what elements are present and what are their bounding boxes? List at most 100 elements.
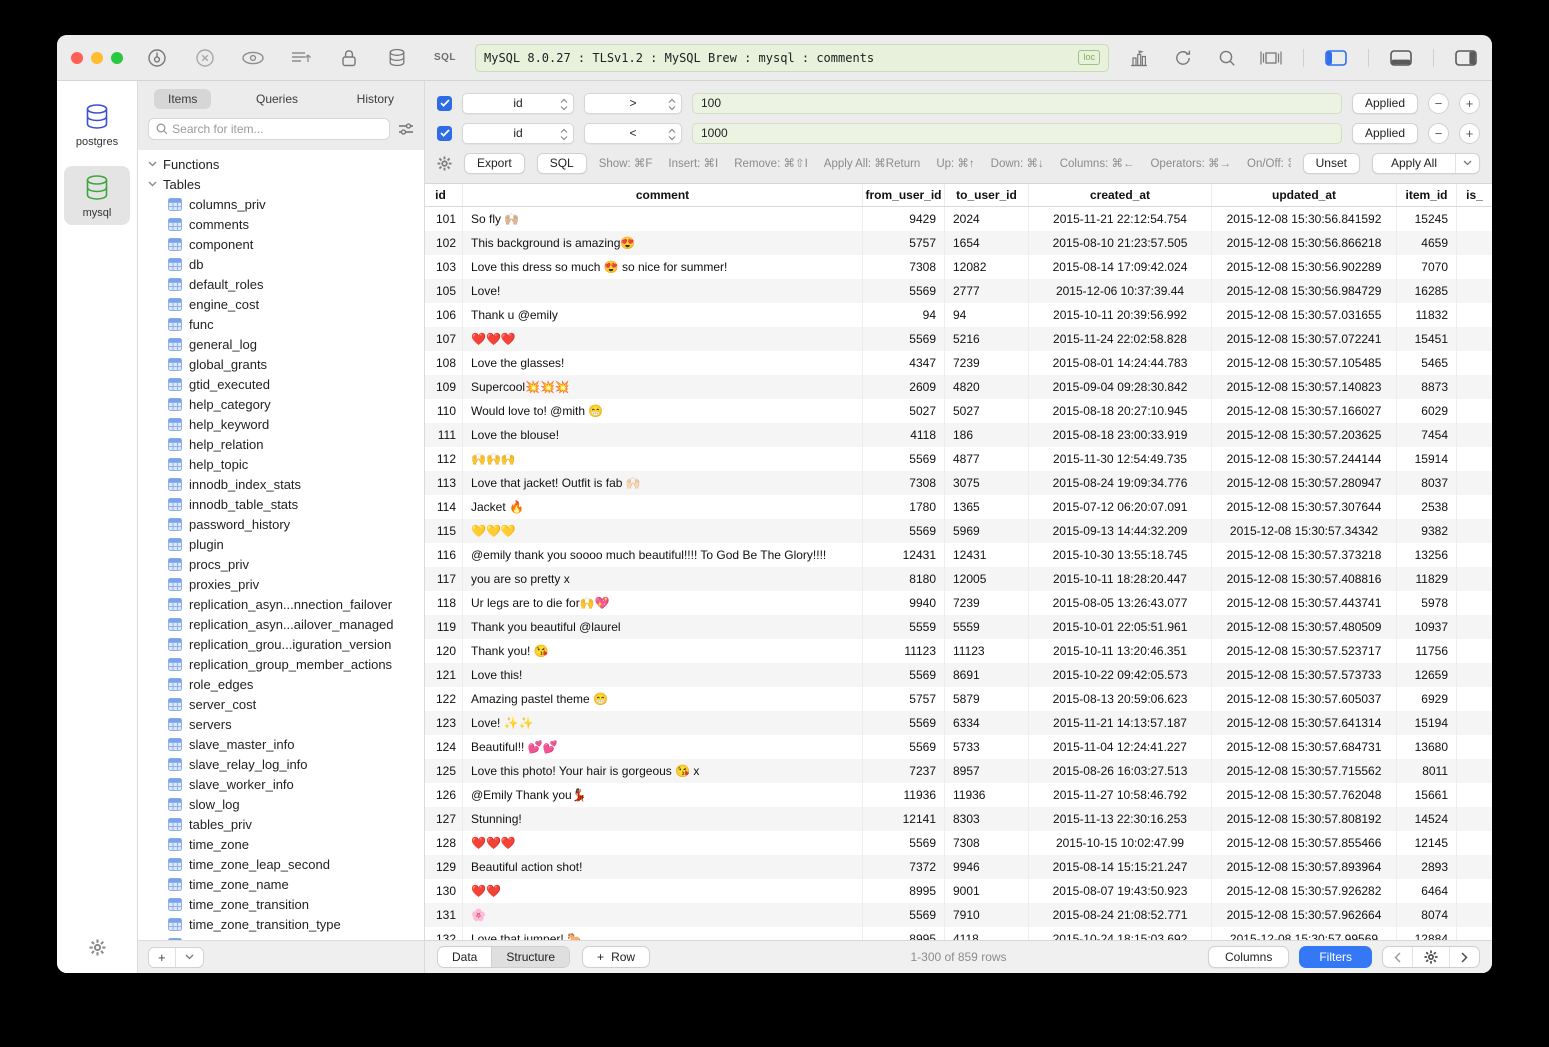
sidebar-table-item[interactable]: servers xyxy=(138,714,424,734)
sidebar-table-item[interactable]: slow_log xyxy=(138,794,424,814)
toggle-left-panel-icon[interactable] xyxy=(1324,46,1348,70)
filter-enabled-checkbox[interactable] xyxy=(437,126,452,141)
group-tables[interactable]: Tables xyxy=(138,174,424,194)
filter-column-select[interactable]: id xyxy=(462,123,574,144)
filter-column-select[interactable]: id xyxy=(462,93,574,114)
search-input[interactable] xyxy=(172,122,382,136)
table-row[interactable]: 128❤️❤️❤️556973082015-10-15 10:02:47.992… xyxy=(425,831,1492,855)
sidebar-table-item[interactable]: time_zone xyxy=(138,834,424,854)
table-row[interactable]: 116@emily thank you soooo much beautiful… xyxy=(425,543,1492,567)
sidebar-table-item[interactable]: tables_priv xyxy=(138,814,424,834)
sidebar-table-item[interactable]: comments xyxy=(138,214,424,234)
sidebar-table-item[interactable]: help_relation xyxy=(138,434,424,454)
column-header-to_user_id[interactable]: to_user_id xyxy=(945,184,1029,206)
connection-mysql[interactable]: mysql xyxy=(64,166,130,225)
table-row[interactable]: 106Thank u @emily94942015-10-11 20:39:56… xyxy=(425,303,1492,327)
zoom-window-button[interactable] xyxy=(111,52,123,64)
sql-button[interactable]: SQL xyxy=(537,153,587,174)
lock-icon[interactable] xyxy=(337,46,361,70)
page-settings-gear-icon[interactable] xyxy=(1412,947,1449,967)
sidebar-table-item[interactable]: proxies_priv xyxy=(138,574,424,594)
tab-items[interactable]: Items xyxy=(154,89,211,109)
table-row[interactable]: 111Love the blouse!41181862015-08-18 23:… xyxy=(425,423,1492,447)
table-row[interactable]: 115💛💛💛556959692015-09-13 14:44:32.209201… xyxy=(425,519,1492,543)
sidebar-table-item[interactable]: global_grants xyxy=(138,354,424,374)
sidebar-table-item[interactable]: replication_group_member_actions xyxy=(138,654,424,674)
tab-queries[interactable]: Queries xyxy=(242,89,312,109)
table-row[interactable]: 101So fly 🙌🏼942920242015-11-21 22:12:54.… xyxy=(425,207,1492,231)
add-filter-button[interactable]: + xyxy=(1459,123,1480,144)
table-row[interactable]: 124Beautiful!! 💕💕556957332015-11-04 12:2… xyxy=(425,735,1492,759)
table-row[interactable]: 102This background is amazing😍5757165420… xyxy=(425,231,1492,255)
filter-operator-select[interactable]: > xyxy=(584,93,682,114)
sidebar-table-item[interactable]: replication_asyn...nnection_failover xyxy=(138,594,424,614)
table-row[interactable]: 118Ur legs are to die for🙌💖994072392015-… xyxy=(425,591,1492,615)
sidebar-table-item[interactable]: password_history xyxy=(138,514,424,534)
table-row[interactable]: 125Love this photo! Your hair is gorgeou… xyxy=(425,759,1492,783)
previous-page-icon[interactable] xyxy=(1383,947,1412,967)
tab-history[interactable]: History xyxy=(343,89,408,109)
item-search-box[interactable] xyxy=(148,118,390,140)
plus-icon[interactable]: + xyxy=(149,948,175,967)
focus-mode-icon[interactable] xyxy=(1259,46,1283,70)
toggle-right-panel-icon[interactable] xyxy=(1454,46,1478,70)
sidebar-table-item[interactable]: slave_relay_log_info xyxy=(138,754,424,774)
structure-tab[interactable]: Structure xyxy=(491,947,569,967)
sidebar-table-item[interactable]: role_edges xyxy=(138,674,424,694)
table-row[interactable]: 109Supercool💥💥💥260948202015-09-04 09:28:… xyxy=(425,375,1492,399)
commit-log-icon[interactable] xyxy=(289,46,313,70)
remove-filter-button[interactable]: − xyxy=(1428,123,1449,144)
column-header-id[interactable]: id xyxy=(425,184,463,206)
chart-icon[interactable] xyxy=(1127,46,1151,70)
table-row[interactable]: 107❤️❤️❤️556952162015-11-24 22:02:58.828… xyxy=(425,327,1492,351)
table-row[interactable]: 105Love!556927772015-12-06 10:37:39.4420… xyxy=(425,279,1492,303)
sidebar-table-item[interactable]: replication_asyn...ailover_managed xyxy=(138,614,424,634)
filter-enabled-checkbox[interactable] xyxy=(437,96,452,111)
table-row[interactable]: 127Stunning!1214183032015-11-13 22:30:16… xyxy=(425,807,1492,831)
sidebar-table-item[interactable]: default_roles xyxy=(138,274,424,294)
filter-applied-button[interactable]: Applied xyxy=(1352,93,1418,114)
search-icon[interactable] xyxy=(1215,46,1239,70)
database-icon[interactable] xyxy=(385,46,409,70)
filter-operator-select[interactable]: < xyxy=(584,123,682,144)
table-row[interactable]: 123Love! ✨✨556963342015-11-21 14:13:57.1… xyxy=(425,711,1492,735)
sidebar-table-item[interactable]: columns_priv xyxy=(138,194,424,214)
remove-filter-button[interactable]: − xyxy=(1428,93,1449,114)
add-item-split-button[interactable]: + xyxy=(148,947,204,968)
table-row[interactable]: 122Amazing pastel theme 😁575758792015-08… xyxy=(425,687,1492,711)
filter-applied-button[interactable]: Applied xyxy=(1352,123,1418,144)
add-row-button[interactable]: + Row xyxy=(582,946,650,968)
sidebar-table-item[interactable]: server_cost xyxy=(138,694,424,714)
sidebar-table-item[interactable]: time_zone_transition_type xyxy=(138,914,424,934)
disconnect-icon[interactable] xyxy=(193,46,217,70)
refresh-icon[interactable] xyxy=(1171,46,1195,70)
sidebar-table-item[interactable]: help_keyword xyxy=(138,414,424,434)
table-row[interactable]: 108Love the glasses!434772392015-08-01 1… xyxy=(425,351,1492,375)
sidebar-table-item[interactable]: replication_grou...iguration_version xyxy=(138,634,424,654)
table-row[interactable]: 129Beautiful action shot!737299462015-08… xyxy=(425,855,1492,879)
sidebar-table-item[interactable]: help_category xyxy=(138,394,424,414)
settings-gear-icon[interactable] xyxy=(89,939,106,961)
sidebar-table-item[interactable]: time_zone_transition xyxy=(138,894,424,914)
chevron-down-icon[interactable] xyxy=(175,948,203,967)
sidebar-table-item[interactable]: component xyxy=(138,234,424,254)
preview-eye-icon[interactable] xyxy=(241,46,265,70)
sidebar-table-item[interactable]: slave_master_info xyxy=(138,734,424,754)
unset-button[interactable]: Unset xyxy=(1303,153,1360,174)
table-row[interactable]: 119Thank you beautiful @laurel5559555920… xyxy=(425,615,1492,639)
column-header-is_[interactable]: is_ xyxy=(1457,184,1492,206)
column-header-item_id[interactable]: item_id xyxy=(1397,184,1457,206)
export-button[interactable]: Export xyxy=(464,153,525,174)
column-header-updated_at[interactable]: updated_at xyxy=(1212,184,1397,206)
sidebar-table-item[interactable]: general_log xyxy=(138,334,424,354)
apply-all-button[interactable]: Apply All xyxy=(1372,153,1480,174)
minimize-window-button[interactable] xyxy=(91,52,103,64)
column-header-comment[interactable]: comment xyxy=(463,184,863,206)
connection-postgres[interactable]: postgres xyxy=(64,95,130,154)
filter-settings-icon[interactable] xyxy=(398,122,414,136)
sidebar-table-item[interactable]: gtid_executed xyxy=(138,374,424,394)
sidebar-table-item[interactable]: time_zone_name xyxy=(138,874,424,894)
sidebar-table-item[interactable]: help_topic xyxy=(138,454,424,474)
sidebar-table-item[interactable]: db xyxy=(138,254,424,274)
table-row[interactable]: 117you are so pretty x8180120052015-10-1… xyxy=(425,567,1492,591)
